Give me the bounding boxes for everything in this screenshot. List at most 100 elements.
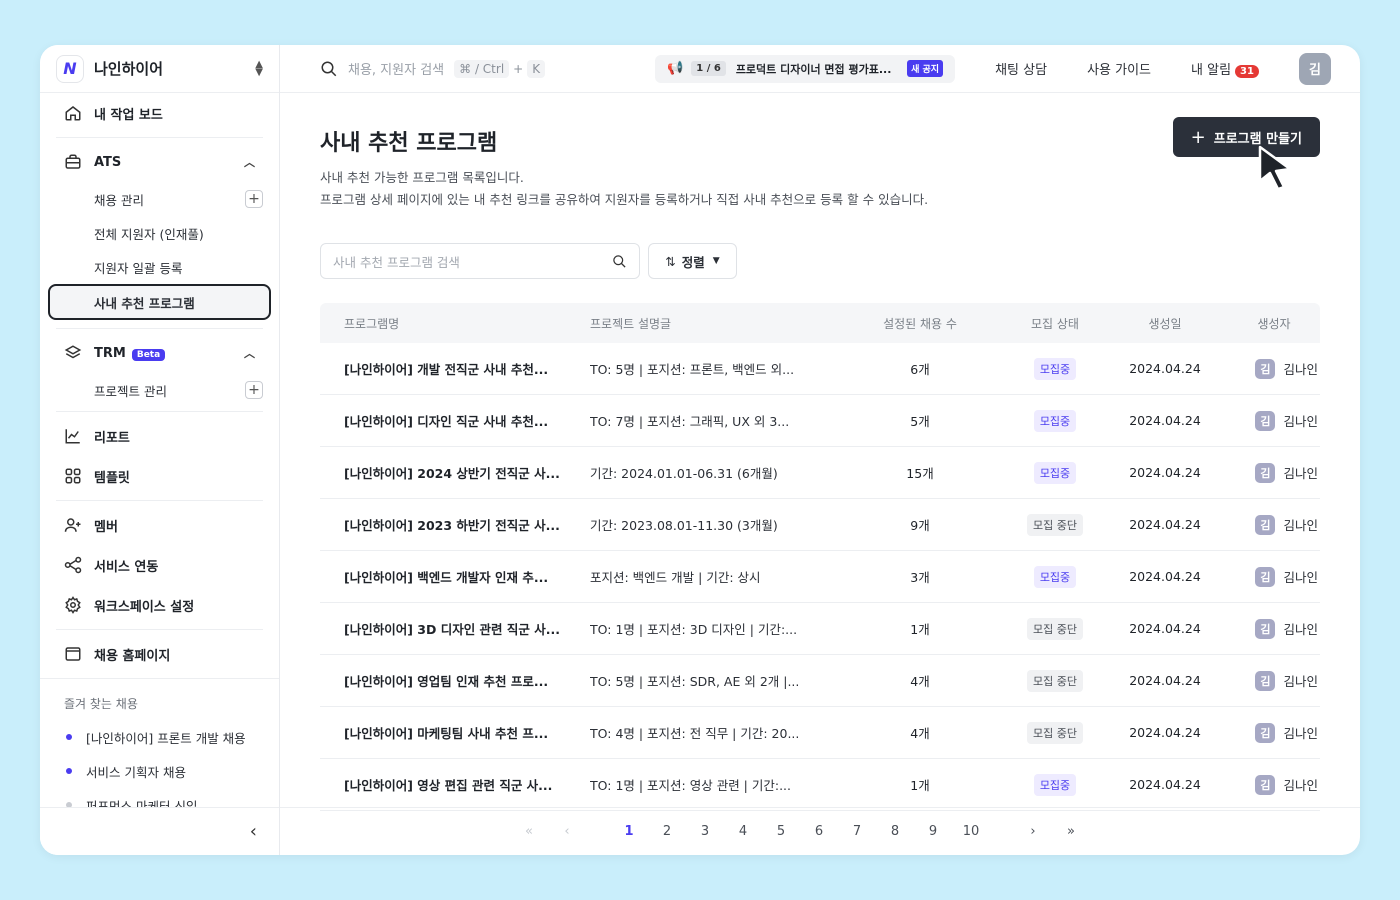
alarm-link[interactable]: 내 알림 31 — [1191, 59, 1259, 78]
table-row[interactable]: [나인하이어] 영상 편집 관련 직군 사... TO: 1명 | 포지션: 영상… — [320, 759, 1320, 811]
search-icon[interactable] — [320, 60, 338, 78]
status-cell: 모집 중단 — [1010, 617, 1100, 640]
page-number-button[interactable]: 9 — [914, 824, 952, 839]
table-row[interactable]: [나인하이어] 마케팅팀 사내 추천 프... TO: 4명 | 포지션: 전 직… — [320, 707, 1320, 759]
table-row[interactable]: [나인하이어] 영업팀 인재 추천 프로... TO: 5명 | 포지션: SDR… — [320, 655, 1320, 707]
creator-cell: 김 김나인 — [1230, 618, 1320, 639]
first-page-button[interactable]: « — [510, 824, 548, 839]
created-date: 2024.04.24 — [1129, 777, 1201, 792]
sidebar-item-dashboard[interactable]: 내 작업 보드 — [56, 93, 263, 133]
add-job-button[interactable]: + — [245, 190, 263, 208]
sidebar-item-bulk-upload[interactable]: 지원자 일괄 등록 — [56, 250, 263, 284]
last-page-button[interactable]: » — [1052, 824, 1090, 839]
creator-cell: 김 김나인 — [1230, 566, 1320, 587]
sidebar-item-integration[interactable]: 서비스 연동 — [56, 545, 263, 585]
created-date: 2024.04.24 — [1129, 361, 1201, 376]
status-badge: 모집 중단 — [1027, 617, 1083, 640]
program-name[interactable]: [나인하이어] 마케팅팀 사내 추천 프... — [320, 723, 590, 742]
sidebar-item-label: 프로젝트 관리 — [94, 383, 167, 399]
favorite-item[interactable]: [나인하이어] 프론트 개발 채용 — [40, 720, 279, 754]
favorites-title: 즐겨 찾는 채용 — [64, 697, 138, 711]
creator-name: 김나인 — [1283, 518, 1318, 533]
sidebar-nav: 내 작업 보드 ATS ︿ 채용 관리 + 전체 지원자 (인재풀) 지원자 일… — [40, 93, 279, 674]
program-table: 프로그램명 프로젝트 설명글 설정된 채용 수 모집 상태 생성일 생성자 [나… — [320, 303, 1320, 811]
column-header-status: 모집 상태 — [1031, 316, 1079, 331]
sidebar-item-referral-program[interactable]: 사내 추천 프로그램 — [48, 284, 271, 320]
sidebar-item-trm[interactable]: TRM Beta ︿ — [56, 333, 263, 373]
add-project-button[interactable]: + — [245, 381, 263, 399]
table-row[interactable]: [나인하이어] 2023 하반기 전직군 사... 기간: 2023.08.01-… — [320, 499, 1320, 551]
program-name[interactable]: [나인하이어] 백엔드 개발자 인재 추... — [320, 567, 590, 586]
share-icon — [64, 556, 82, 574]
table-row[interactable]: [나인하이어] 디자인 직군 사내 추천... TO: 7명 | 포지션: 그래픽… — [320, 395, 1320, 447]
search-icon[interactable] — [612, 254, 627, 269]
chat-link[interactable]: 채팅 상담 — [995, 59, 1047, 78]
guide-link[interactable]: 사용 가이드 — [1087, 59, 1151, 78]
page-number-button[interactable]: 4 — [724, 824, 762, 839]
workspace-switcher[interactable]: N 나인하이어 ▲ ▼ — [40, 45, 279, 93]
table-row[interactable]: [나인하이어] 3D 디자인 관련 직군 사... TO: 1명 | 포지션: 3… — [320, 603, 1320, 655]
status-badge: 모집중 — [1033, 409, 1077, 432]
sidebar-item-report[interactable]: 리포트 — [56, 416, 263, 456]
next-page-button[interactable]: › — [1014, 824, 1052, 839]
divider — [56, 411, 263, 412]
notice-counter: 1 / 6 — [691, 61, 726, 76]
page-numbers: 1 2 3 4 5 6 7 8 9 10 — [610, 824, 990, 839]
page-number-button[interactable]: 5 — [762, 824, 800, 839]
job-count: 3개 — [910, 570, 930, 585]
gear-icon — [64, 596, 82, 614]
created-date: 2024.04.24 — [1129, 413, 1201, 428]
sidebar-item-workspace-settings[interactable]: 워크스페이스 설정 — [56, 585, 263, 625]
table-header: 프로그램명 프로젝트 설명글 설정된 채용 수 모집 상태 생성일 생성자 — [320, 303, 1320, 343]
status-cell: 모집중 — [1010, 773, 1100, 796]
sort-label: 정렬 — [681, 254, 705, 270]
job-count: 5개 — [910, 414, 930, 429]
program-name[interactable]: [나인하이어] 디자인 직군 사내 추천... — [320, 411, 590, 430]
status-badge: 모집중 — [1033, 773, 1077, 796]
sort-button[interactable]: ⇅ 정렬 ▼ — [648, 243, 737, 279]
chevron-up-icon[interactable]: ︿ — [244, 154, 255, 170]
favorite-item[interactable]: 서비스 기획자 채용 — [40, 754, 279, 788]
notice-banner[interactable]: 📢 1 / 6 프로덕트 디자이너 면접 평가표... 새 공지 — [655, 54, 956, 83]
page-number-button[interactable]: 10 — [952, 824, 990, 839]
chevron-updown-icon[interactable]: ▲ ▼ — [255, 59, 263, 77]
sidebar-item-member[interactable]: 멤버 — [56, 505, 263, 545]
program-name[interactable]: [나인하이어] 개발 전직군 사내 추천... — [320, 359, 590, 378]
page-number-button[interactable]: 2 — [648, 824, 686, 839]
table-row[interactable]: [나인하이어] 2024 상반기 전직군 사... 기간: 2024.01.01-… — [320, 447, 1320, 499]
sidebar-item-label: 채용 관리 — [94, 192, 144, 208]
creator-cell: 김 김나인 — [1230, 774, 1320, 795]
program-desc: TO: 1명 | 포지션: 3D 디자인 | 기간:... — [590, 622, 798, 637]
page-number-button[interactable]: 1 — [610, 824, 648, 839]
page-number-button[interactable]: 8 — [876, 824, 914, 839]
program-name[interactable]: [나인하이어] 3D 디자인 관련 직군 사... — [320, 619, 590, 638]
program-search-input[interactable]: 사내 추천 프로그램 검색 — [320, 243, 640, 279]
sidebar-item-label: TRM Beta — [94, 346, 244, 361]
avatar[interactable]: 김 — [1298, 52, 1331, 85]
collapse-sidebar-icon[interactable]: ‹ — [250, 821, 257, 842]
page-number-button[interactable]: 7 — [838, 824, 876, 839]
program-name[interactable]: [나인하이어] 영상 편집 관련 직군 사... — [320, 775, 590, 794]
prev-page-button[interactable]: ‹ — [548, 824, 586, 839]
page-number-button[interactable]: 6 — [800, 824, 838, 839]
sidebar-item-talent-pool[interactable]: 전체 지원자 (인재풀) — [56, 216, 263, 250]
table-row[interactable]: [나인하이어] 백엔드 개발자 인재 추... 포지션: 백엔드 개발 | 기간:… — [320, 551, 1320, 603]
sidebar-item-career-page[interactable]: 채용 홈페이지 — [56, 634, 263, 674]
program-name[interactable]: [나인하이어] 영업팀 인재 추천 프로... — [320, 671, 590, 690]
topbar: 채용, 지원자 검색 ⌘ / Ctrl + K 📢 1 / 6 프로덕트 디자이… — [280, 45, 1360, 93]
alarm-label: 내 알림 — [1191, 63, 1232, 78]
program-name[interactable]: [나인하이어] 2024 상반기 전직군 사... — [320, 463, 590, 482]
sidebar-item-project-management[interactable]: 프로젝트 관리 + — [56, 373, 263, 407]
megaphone-icon: 📢 — [667, 61, 684, 76]
sidebar-item-job-management[interactable]: 채용 관리 + — [56, 182, 263, 216]
sidebar-item-label: 템플릿 — [94, 470, 130, 486]
page-number-button[interactable]: 3 — [686, 824, 724, 839]
create-program-button[interactable]: + 프로그램 만들기 — [1172, 117, 1320, 157]
favorite-label: 서비스 기획자 채용 — [86, 764, 186, 780]
program-name[interactable]: [나인하이어] 2023 하반기 전직군 사... — [320, 515, 590, 534]
chevron-up-icon[interactable]: ︿ — [244, 345, 255, 361]
sidebar-item-template[interactable]: 템플릿 — [56, 456, 263, 496]
global-search-input[interactable]: 채용, 지원자 검색 — [348, 59, 444, 78]
sidebar-item-ats[interactable]: ATS ︿ — [56, 142, 263, 182]
table-row[interactable]: [나인하이어] 개발 전직군 사내 추천... TO: 5명 | 포지션: 프론트… — [320, 343, 1320, 395]
